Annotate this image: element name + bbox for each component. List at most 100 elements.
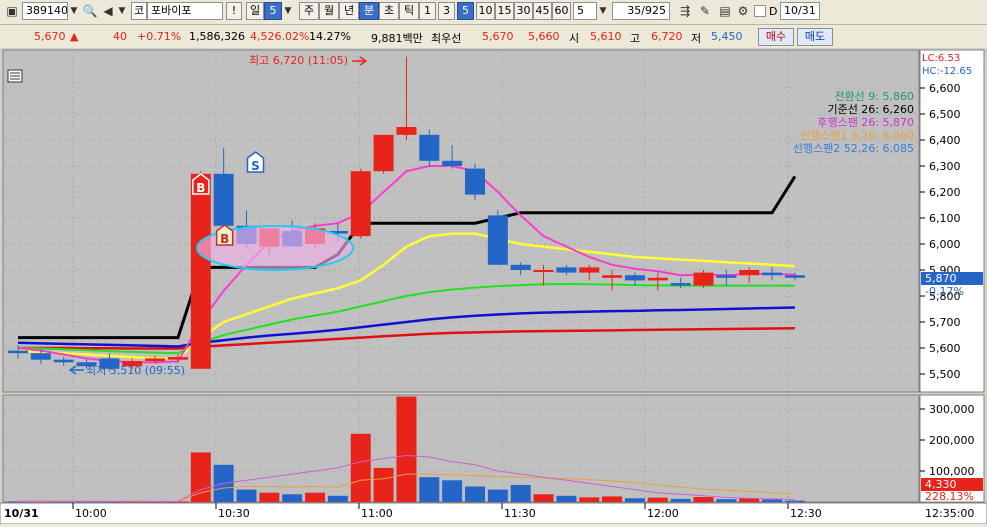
volume-bar (396, 396, 417, 502)
lc-label: LC:6.53 (922, 53, 960, 64)
volume-bar (465, 486, 485, 502)
candle-body (556, 267, 577, 273)
code-dropdown-icon[interactable]: ▼ (68, 2, 80, 20)
y-tick-label: 5,500 (929, 368, 961, 381)
speaker-dropdown-icon[interactable]: ▼ (116, 2, 128, 20)
volume-bar (670, 498, 691, 502)
candle-body (465, 168, 485, 195)
chart-toggle-icon[interactable] (7, 69, 23, 83)
volume-bar (579, 497, 600, 502)
volume-bar (647, 497, 668, 502)
candle-body (350, 171, 371, 237)
candle-body (53, 359, 74, 363)
candle-body (762, 272, 783, 276)
high-marker-label: 최고 6,720 (11:05) (249, 54, 348, 67)
volume-bar (693, 497, 714, 502)
interval-15[interactable]: 15 (495, 2, 514, 20)
checkbox-label: D (769, 5, 778, 18)
volume-bar (487, 489, 508, 502)
volume-bar (305, 492, 326, 502)
x-tick-label: 12:00 (647, 507, 679, 520)
volume-bar (533, 494, 554, 502)
low-label: 저 (691, 32, 702, 45)
alert-button[interactable]: ! (226, 2, 242, 20)
period-value-field[interactable]: 5 (264, 2, 282, 20)
interval-5[interactable]: 5 (457, 2, 474, 20)
stock-chart[interactable]: 6,6006,5006,4006,3006,2006,1006,0005,900… (0, 48, 987, 525)
interval-30[interactable]: 30 (514, 2, 533, 20)
tab-tick[interactable]: 틱 (399, 2, 419, 20)
interval-1[interactable]: 1 (419, 2, 436, 20)
volume-bar (190, 452, 211, 502)
sell-button[interactable]: 매도 (797, 28, 833, 46)
chart-tool-icon[interactable]: ⇶ (676, 2, 694, 20)
legend-item: 후행스팬 26: 5,870 (817, 116, 914, 129)
draw-tool-icon[interactable]: ✎ (696, 2, 714, 20)
candle-body (396, 127, 417, 135)
quote-bar: 5,670 ▲ 40 +0.71% 1,586,326 4,526.02% 14… (0, 26, 987, 48)
trade-amount: 9,881백만 (371, 32, 423, 45)
tab-second[interactable]: 초 (379, 2, 399, 20)
buy-signal-icon-label: B (220, 232, 229, 246)
stock-name-field[interactable]: 포바이포 (147, 2, 223, 20)
date-field[interactable]: 10/31 (780, 2, 820, 20)
candle-body (442, 160, 463, 166)
buy-button[interactable]: 매수 (758, 28, 794, 46)
candle-body (30, 353, 51, 360)
tab-minute[interactable]: 분 (359, 2, 379, 20)
volume-bar (510, 484, 531, 502)
low-price: 5,450 (711, 30, 743, 43)
market-prefix: 코 (131, 2, 147, 20)
high-label: 고 (630, 32, 641, 45)
settings-gear-icon[interactable]: ⚙ (734, 2, 752, 20)
search-icon[interactable]: 🔍 (81, 2, 99, 20)
y-tick-label: 6,200 (929, 186, 961, 199)
tab-year[interactable]: 년 (339, 2, 359, 20)
y-tick-label: 5,600 (929, 342, 961, 355)
date-checkbox[interactable] (754, 5, 766, 17)
sell-signal-icon-label: S (251, 159, 260, 173)
volume-pct-tag: 228.13% (925, 490, 974, 503)
candle-body (487, 215, 508, 265)
tab-week[interactable]: 주 (299, 2, 319, 20)
open-price: 5,610 (590, 30, 622, 43)
volume-bar (762, 499, 783, 502)
candle-body (145, 358, 166, 361)
end-time-label: 12:35:00 (925, 507, 974, 520)
legend-item: 기준선 26: 6,260 (827, 103, 914, 116)
tab-month[interactable]: 월 (319, 2, 339, 20)
stock-code-input[interactable]: 389140 (22, 2, 68, 20)
volume-bar (419, 477, 440, 502)
candle-body (213, 173, 234, 226)
candle-body (510, 264, 531, 270)
candle-body (784, 275, 805, 278)
candle-body (693, 272, 714, 286)
change-arrow-icon: ▲ (70, 30, 79, 43)
interval-3[interactable]: 3 (438, 2, 455, 20)
y-tick-label: 6,000 (929, 238, 961, 251)
interval-10[interactable]: 10 (476, 2, 495, 20)
legend-item: 선행스팬1 9,26: 6,060 (800, 129, 914, 142)
window-icon[interactable]: ▣ (3, 2, 21, 20)
legend-item: 선행스팬2 52,26: 6,085 (793, 142, 914, 155)
volume-ratio: 4,526.02% (250, 30, 310, 43)
period-unit-button[interactable]: 일 (246, 2, 264, 20)
current-price: 5,670 (34, 30, 66, 43)
interval-60[interactable]: 60 (552, 2, 571, 20)
best-bid: 5,660 (528, 30, 560, 43)
change-value: 40 (113, 30, 127, 43)
candle-body (533, 270, 554, 272)
interval-dropdown-icon[interactable]: ▼ (597, 2, 609, 20)
speaker-icon[interactable]: ◀ (99, 2, 117, 20)
candle-body (579, 267, 600, 273)
x-tick-label: 11:30 (504, 507, 536, 520)
volume-bar (624, 498, 645, 502)
candle-body (670, 283, 691, 286)
interval-custom-field[interactable]: 5 (573, 2, 597, 20)
current-pct-tag: -0.17% (925, 285, 964, 298)
interval-45[interactable]: 45 (533, 2, 552, 20)
period-dropdown-icon[interactable]: ▼ (282, 2, 294, 20)
save-icon[interactable]: ▤ (716, 2, 734, 20)
candle-body (373, 134, 394, 172)
candle-body (647, 277, 668, 281)
